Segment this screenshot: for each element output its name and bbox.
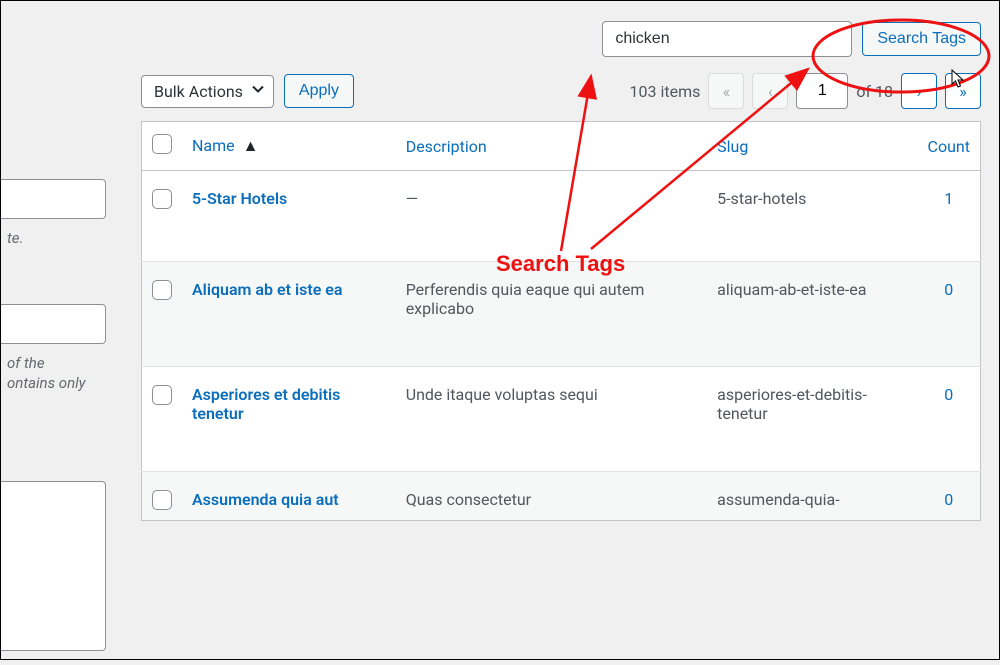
partial-input-2[interactable] [1,304,106,344]
col-desc-header[interactable]: Description [396,122,707,171]
table-row: Assumenda quia aut Quas consecteturassume… [142,472,981,521]
search-input[interactable] [602,21,852,57]
prev-page-button: ‹ [752,73,788,109]
sort-asc-icon: ▲ [243,136,259,156]
last-page-button[interactable]: » [945,73,981,109]
row-checkbox[interactable] [152,490,172,510]
tags-table: Name ▲ Description Slug Count 5-Star Hot… [141,121,981,521]
cell-slug: aliquam-ab-et-iste-ea [707,262,917,367]
left-sidebar-fragment: te. of the ontains only [1,1,131,659]
row-checkbox[interactable] [152,385,172,405]
tag-name-link[interactable]: Asperiores et debitis tenetur [192,385,340,423]
cell-name: Assumenda quia aut [182,472,396,521]
cell-name: 5-Star Hotels [182,171,396,262]
chevron-down-icon [251,82,265,101]
next-page-button[interactable]: › [901,73,937,109]
search-tags-button[interactable]: Search Tags [862,22,981,56]
cell-name: Asperiores et debitis tenetur [182,367,396,472]
table-row: 5-Star Hotels —5-star-hotels 1 [142,171,981,262]
row-checkbox[interactable] [152,189,172,209]
table-row: Asperiores et debitis tenetur Unde itaque… [142,367,981,472]
bulk-actions-label: Bulk Actions [154,82,243,101]
of-pages-text: of 18 [856,82,893,101]
tag-name-link[interactable]: Aliquam ab et iste ea [192,280,343,299]
first-page-button: « [708,73,744,109]
select-all-checkbox[interactable] [152,134,172,154]
cell-slug: asperiores-et-debitis-tenetur [707,367,917,472]
tablenav: Bulk Actions Apply 103 items « ‹ of 18 ›… [141,73,981,109]
cell-count: 1 [918,171,981,262]
cell-count: 0 [918,367,981,472]
tag-name-link[interactable]: Assumenda quia aut [192,490,339,509]
apply-button[interactable]: Apply [284,74,354,108]
items-count-text: 103 items [630,82,701,101]
bulk-actions-select[interactable]: Bulk Actions [141,75,274,108]
fragment-text-1: te. [7,229,23,249]
cell-count: 0 [918,472,981,521]
col-name-label: Name [192,136,235,155]
cell-name: Aliquam ab et iste ea [182,262,396,367]
cell-slug: assumenda-quia- [707,472,917,521]
tag-count-link[interactable]: 0 [944,490,953,509]
partial-textarea[interactable] [1,481,106,651]
col-name-header[interactable]: Name ▲ [182,122,396,171]
cell-desc: Unde itaque voluptas sequi [396,367,707,472]
cell-desc: Quas consectetur [396,472,707,521]
cell-count: 0 [918,262,981,367]
cell-slug: 5-star-hotels [707,171,917,262]
fragment-text-2: of the [7,354,45,374]
table-row: Aliquam ab et iste ea Perferendis quia ea… [142,262,981,367]
partial-input-1[interactable] [1,179,106,219]
current-page-input[interactable] [796,73,848,109]
search-row: Search Tags [141,21,981,57]
cell-desc: — [396,171,707,262]
annotation-label: Search Tags [496,251,625,277]
fragment-text-3: ontains only [7,374,86,394]
cell-desc: Perferendis quia eaque qui autem explica… [396,262,707,367]
col-slug-header[interactable]: Slug [707,122,917,171]
tag-name-link[interactable]: 5-Star Hotels [192,189,287,208]
row-checkbox[interactable] [152,280,172,300]
tag-count-link[interactable]: 1 [944,189,953,208]
tag-count-link[interactable]: 0 [944,385,953,404]
col-count-header[interactable]: Count [918,122,981,171]
tag-count-link[interactable]: 0 [944,280,953,299]
